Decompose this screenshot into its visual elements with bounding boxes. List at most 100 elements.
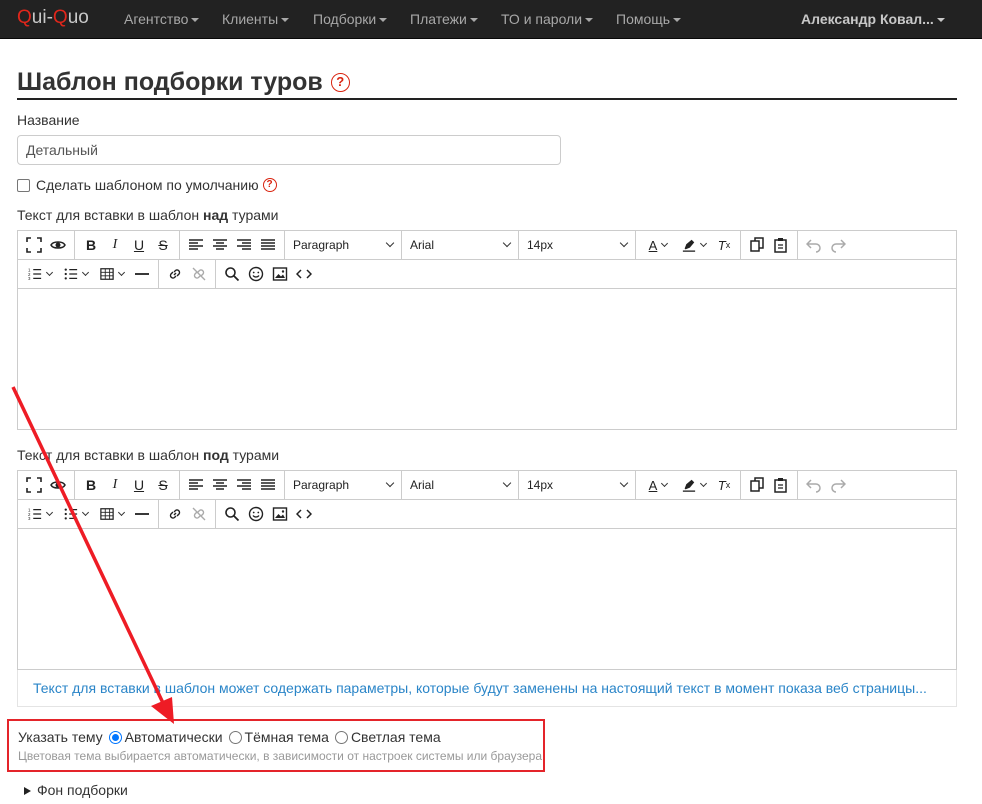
- underline-icon[interactable]: U: [127, 233, 151, 257]
- font-family-select[interactable]: Arial: [402, 230, 519, 260]
- toolbar-group-history: [798, 471, 854, 500]
- block-format-select[interactable]: Paragraph: [285, 230, 402, 260]
- toolbar-group-insert: [216, 500, 320, 529]
- undo-icon[interactable]: [802, 473, 826, 497]
- copy-icon[interactable]: [745, 473, 769, 497]
- nav-item-clients[interactable]: Клиенты: [222, 11, 290, 27]
- background-section-toggle[interactable]: Фон подборки: [24, 782, 128, 798]
- code-icon[interactable]: [292, 262, 316, 286]
- theme-hint: Цветовая тема выбирается автоматически, …: [18, 749, 543, 763]
- link-icon[interactable]: [163, 262, 187, 286]
- brand-logo[interactable]: Qui-Quo: [17, 7, 89, 29]
- unlink-icon[interactable]: [187, 262, 211, 286]
- help-icon[interactable]: ?: [262, 178, 277, 192]
- align-center-icon[interactable]: [208, 473, 232, 497]
- align-right-icon[interactable]: [232, 233, 256, 257]
- italic-icon[interactable]: I: [103, 473, 127, 497]
- redo-icon[interactable]: [826, 233, 850, 257]
- template-params-link[interactable]: Текст для вставки в шаблон может содержа…: [33, 680, 927, 696]
- font-family-select[interactable]: Arial: [402, 470, 519, 500]
- toolbar-group-align: [180, 230, 285, 260]
- template-name-input[interactable]: [17, 135, 561, 165]
- caret-down-icon: [379, 18, 388, 23]
- italic-icon[interactable]: I: [103, 233, 127, 257]
- underline-icon[interactable]: U: [127, 473, 151, 497]
- nav-item-to-passwords[interactable]: ТО и пароли: [501, 11, 594, 27]
- strikethrough-icon[interactable]: S: [151, 233, 175, 257]
- align-justify-icon[interactable]: [256, 473, 280, 497]
- preview-icon[interactable]: [46, 473, 70, 497]
- align-left-icon[interactable]: [184, 233, 208, 257]
- clear-format-icon[interactable]: Tx: [712, 233, 736, 257]
- paste-icon[interactable]: [769, 233, 793, 257]
- toolbar-group-lists: 123: [18, 259, 159, 289]
- numbered-list-icon[interactable]: 123: [22, 262, 58, 286]
- help-icon[interactable]: ?: [330, 72, 350, 92]
- search-icon[interactable]: [220, 502, 244, 526]
- toolbar-group-color: A Tx: [636, 230, 741, 260]
- link-icon[interactable]: [163, 502, 187, 526]
- nav-item-payments[interactable]: Платежи: [410, 11, 478, 27]
- user-menu[interactable]: Александр Ковал...: [801, 11, 945, 27]
- align-justify-icon[interactable]: [256, 233, 280, 257]
- nav-item-agency[interactable]: Агентство: [124, 11, 200, 27]
- nav-item-help[interactable]: Помощь: [616, 11, 682, 27]
- theme-option-auto-label[interactable]: Автоматически: [125, 729, 223, 745]
- search-icon[interactable]: [220, 262, 244, 286]
- redo-icon[interactable]: [826, 473, 850, 497]
- bold-icon[interactable]: B: [79, 233, 103, 257]
- bullet-list-icon[interactable]: [58, 262, 94, 286]
- code-icon[interactable]: [292, 502, 316, 526]
- theme-radio-dark[interactable]: [228, 730, 242, 744]
- bold-icon[interactable]: B: [79, 473, 103, 497]
- numbered-list-icon[interactable]: 123: [22, 502, 58, 526]
- editor-toolbar-row-1: B I U S Paragraph Arial 14px A Tx: [18, 230, 956, 260]
- align-right-icon[interactable]: [232, 473, 256, 497]
- block-format-select[interactable]: Paragraph: [285, 470, 402, 500]
- text-color-icon[interactable]: A: [640, 233, 676, 257]
- table-icon[interactable]: [94, 502, 130, 526]
- default-template-checkbox[interactable]: [17, 178, 30, 192]
- align-center-icon[interactable]: [208, 233, 232, 257]
- caret-down-icon: [673, 18, 682, 23]
- preview-icon[interactable]: [46, 233, 70, 257]
- image-icon[interactable]: [268, 262, 292, 286]
- unlink-icon[interactable]: [187, 502, 211, 526]
- nav-item-selections[interactable]: Подборки: [313, 11, 388, 27]
- emoji-icon[interactable]: [244, 262, 268, 286]
- highlight-icon[interactable]: [676, 473, 712, 497]
- below-tours-label: Текст для вставки в шаблон под турами: [17, 447, 280, 463]
- text-color-icon[interactable]: A: [640, 473, 676, 497]
- fullscreen-icon[interactable]: [22, 473, 46, 497]
- font-size-select[interactable]: 14px: [519, 230, 636, 260]
- emoji-icon[interactable]: [244, 502, 268, 526]
- horizontal-rule-icon[interactable]: [130, 502, 154, 526]
- highlight-icon[interactable]: [676, 233, 712, 257]
- editor-content-area[interactable]: [18, 289, 956, 429]
- toolbar-group-insert: [216, 260, 320, 289]
- strikethrough-icon[interactable]: S: [151, 473, 175, 497]
- theme-option-light-label[interactable]: Светлая тема: [351, 729, 441, 745]
- theme-radio-auto[interactable]: [108, 730, 122, 744]
- copy-icon[interactable]: [745, 233, 769, 257]
- editor-toolbar-row-2: 123: [18, 259, 956, 289]
- theme-option-dark-label[interactable]: Тёмная тема: [245, 729, 329, 745]
- image-icon[interactable]: [268, 502, 292, 526]
- toolbar-group-clipboard: [741, 230, 798, 260]
- bullet-list-icon[interactable]: [58, 502, 94, 526]
- name-label: Название: [17, 112, 80, 128]
- undo-icon[interactable]: [802, 233, 826, 257]
- horizontal-rule-icon[interactable]: [130, 262, 154, 286]
- theme-radio-light[interactable]: [334, 730, 348, 744]
- toolbar-group-lists: 123: [18, 499, 159, 529]
- caret-down-icon: [585, 18, 594, 23]
- table-icon[interactable]: [94, 262, 130, 286]
- align-left-icon[interactable]: [184, 473, 208, 497]
- top-navbar: Qui-Quo Агентство Клиенты Подборки Плате…: [0, 0, 982, 39]
- clear-format-icon[interactable]: Tx: [712, 473, 736, 497]
- font-size-select[interactable]: 14px: [519, 470, 636, 500]
- toolbar-group-text-style: B I U S: [75, 230, 180, 260]
- paste-icon[interactable]: [769, 473, 793, 497]
- editor-content-area[interactable]: [18, 529, 956, 669]
- fullscreen-icon[interactable]: [22, 233, 46, 257]
